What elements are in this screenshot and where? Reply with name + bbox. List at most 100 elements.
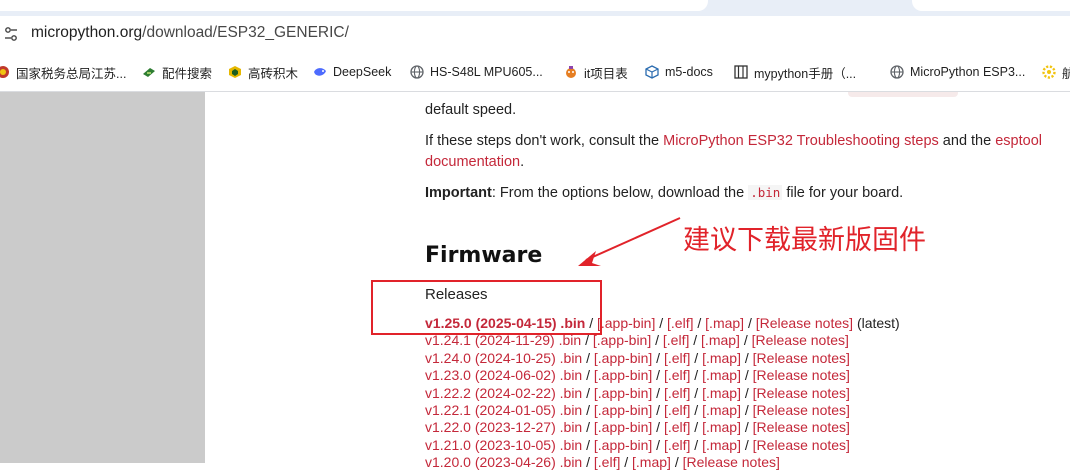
release-row: v1.24.0 (2024-10-25) .bin / [.app-bin] /… — [425, 350, 900, 367]
release-bin-link[interactable]: v1.23.0 (2024-06-02) .bin — [425, 367, 582, 383]
release-app-bin-link[interactable]: [.app-bin] — [594, 367, 652, 383]
separator: / — [652, 436, 664, 453]
release-elf-link[interactable]: [.elf] — [664, 419, 690, 435]
separator: / — [690, 367, 703, 384]
important-text-end: file for your board. — [782, 185, 904, 201]
bookmark-item[interactable]: DeepSeek — [313, 63, 391, 81]
release-elf-link[interactable]: [.elf] — [594, 454, 620, 470]
release-app-bin-link[interactable]: [.app-bin] — [594, 402, 652, 418]
separator: / — [739, 332, 752, 349]
separator: / — [690, 401, 703, 418]
release-app-bin-link[interactable]: [.app-bin] — [597, 315, 655, 331]
release-map-link[interactable]: [.map] — [702, 437, 741, 453]
bookmarks-bar: 国家税务总局江苏... 配件搜索 高砖积木 DeepSeek HS-S48L M… — [0, 52, 1070, 92]
bookmark-item[interactable]: 国家税务总局江苏... — [0, 63, 126, 81]
deepseek-icon — [314, 68, 326, 76]
address-bar[interactable]: micropython.org/download/ESP32_GENERIC/ — [0, 16, 1070, 52]
release-map-link[interactable]: [.map] — [701, 332, 740, 348]
url-text[interactable]: micropython.org/download/ESP32_GENERIC/ — [31, 24, 349, 42]
separator: / — [740, 349, 753, 366]
release-row: v1.22.1 (2024-01-05) .bin / [.app-bin] /… — [425, 402, 900, 419]
release-bin-link[interactable]: v1.22.0 (2023-12-27) .bin — [425, 419, 582, 435]
release-map-link[interactable]: [.map] — [702, 385, 741, 401]
release-app-bin-link[interactable]: [.app-bin] — [594, 385, 652, 401]
release-map-link[interactable]: [.map] — [705, 315, 744, 331]
separator: / — [652, 367, 664, 384]
separator: / — [740, 367, 753, 384]
globe-icon — [890, 65, 904, 79]
release-map-link[interactable]: [.map] — [702, 402, 741, 418]
esptool-link[interactable]: esptool — [995, 133, 1042, 149]
separator: / — [690, 384, 703, 401]
bookmark-label: DeepSeek — [333, 65, 392, 79]
bookmark-item[interactable]: m5-docs — [645, 63, 713, 81]
release-elf-link[interactable]: [.elf] — [664, 350, 690, 366]
bin-code: .bin — [748, 185, 783, 200]
release-elf-link[interactable]: [.elf] — [664, 385, 690, 401]
release-elf-link[interactable]: [.elf] — [663, 332, 689, 348]
separator: / — [651, 332, 663, 349]
separator: / — [690, 419, 703, 436]
release-app-bin-link[interactable]: [.app-bin] — [594, 419, 652, 435]
release-bin-link[interactable]: v1.21.0 (2023-10-05) .bin — [425, 437, 582, 453]
release-bin-link[interactable]: v1.20.0 (2023-04-26) .bin — [425, 454, 582, 470]
separator: / — [693, 315, 706, 331]
bookmark-item[interactable]: 高砖积木 — [228, 63, 298, 81]
release-elf-link[interactable]: [.elf] — [664, 437, 690, 453]
latest-tag: (latest) — [856, 315, 900, 331]
release-row: v1.22.0 (2023-12-27) .bin / [.app-bin] /… — [425, 419, 900, 436]
separator: / — [655, 315, 668, 331]
release-notes-link[interactable]: [Release notes] — [683, 454, 780, 470]
release-app-bin-link[interactable]: [.app-bin] — [594, 350, 652, 366]
release-bin-link[interactable]: v1.24.0 (2024-10-25) .bin — [425, 350, 582, 366]
release-notes-link[interactable]: [Release notes] — [753, 419, 850, 435]
release-notes-link[interactable]: [Release notes] — [753, 437, 850, 453]
release-app-bin-link[interactable]: [.app-bin] — [594, 437, 652, 453]
troubleshooting-steps-link[interactable]: MicroPython ESP32 Troubleshooting steps — [663, 133, 939, 149]
release-map-link[interactable]: [.map] — [702, 350, 741, 366]
troubleshoot-paragraph-line2: documentation. — [425, 153, 524, 171]
release-notes-link[interactable]: [Release notes] — [753, 350, 850, 366]
site-settings-icon[interactable] — [4, 25, 18, 43]
active-tab[interactable] — [0, 0, 708, 11]
release-notes-link[interactable]: [Release notes] — [752, 332, 849, 348]
annotation-arrow-icon — [578, 217, 681, 266]
project-icon — [566, 66, 576, 78]
release-notes-link[interactable]: [Release notes] — [756, 315, 853, 331]
troubleshoot-prefix: If these steps don't work, consult the — [425, 133, 664, 149]
release-bin-link[interactable]: v1.22.2 (2024-02-22) .bin — [425, 385, 582, 401]
release-map-link[interactable]: [.map] — [702, 419, 741, 435]
troubleshoot-middle: and the — [938, 133, 996, 149]
separator: / — [740, 401, 753, 418]
bookmark-item[interactable]: it项目表 — [564, 63, 628, 81]
release-map-link[interactable]: [.map] — [632, 454, 671, 470]
inactive-tab[interactable] — [912, 0, 1070, 11]
bookmark-item[interactable]: MicroPython ESP3... — [890, 63, 1025, 81]
separator: / — [652, 419, 664, 436]
release-elf-link[interactable]: [.elf] — [667, 315, 693, 331]
release-notes-link[interactable]: [Release notes] — [753, 367, 850, 383]
release-bin-link[interactable]: v1.22.1 (2024-01-05) .bin — [425, 402, 582, 418]
bookmark-item[interactable]: 航 — [1042, 63, 1070, 81]
bookmark-item[interactable]: 配件搜索 — [142, 63, 212, 81]
url-host: micropython.org — [31, 24, 143, 41]
release-notes-link[interactable]: [Release notes] — [753, 402, 850, 418]
separator: / — [744, 315, 756, 331]
bookmark-label: MicroPython ESP3... — [910, 65, 1026, 79]
default-speed-text: default speed. — [425, 102, 517, 118]
bookmark-item[interactable]: HS-S48L MPU605... — [410, 63, 543, 81]
separator: / — [690, 349, 703, 366]
bookmark-item[interactable]: mypython手册（... — [734, 63, 856, 81]
separator: / — [652, 401, 664, 418]
release-elf-link[interactable]: [.elf] — [664, 402, 690, 418]
release-elf-link[interactable]: [.elf] — [664, 367, 690, 383]
release-notes-link[interactable]: [Release notes] — [753, 385, 850, 401]
release-row: v1.23.0 (2024-06-02) .bin / [.app-bin] /… — [425, 367, 900, 384]
url-path: /download/ESP32_GENERIC/ — [142, 24, 349, 41]
release-map-link[interactable]: [.map] — [702, 367, 741, 383]
bookmark-label: m5-docs — [665, 65, 713, 79]
esptool-documentation-link[interactable]: documentation — [425, 154, 520, 170]
release-row: v1.21.0 (2023-10-05) .bin / [.app-bin] /… — [425, 437, 900, 454]
separator: / — [620, 454, 633, 471]
gear-icon — [1042, 65, 1056, 79]
